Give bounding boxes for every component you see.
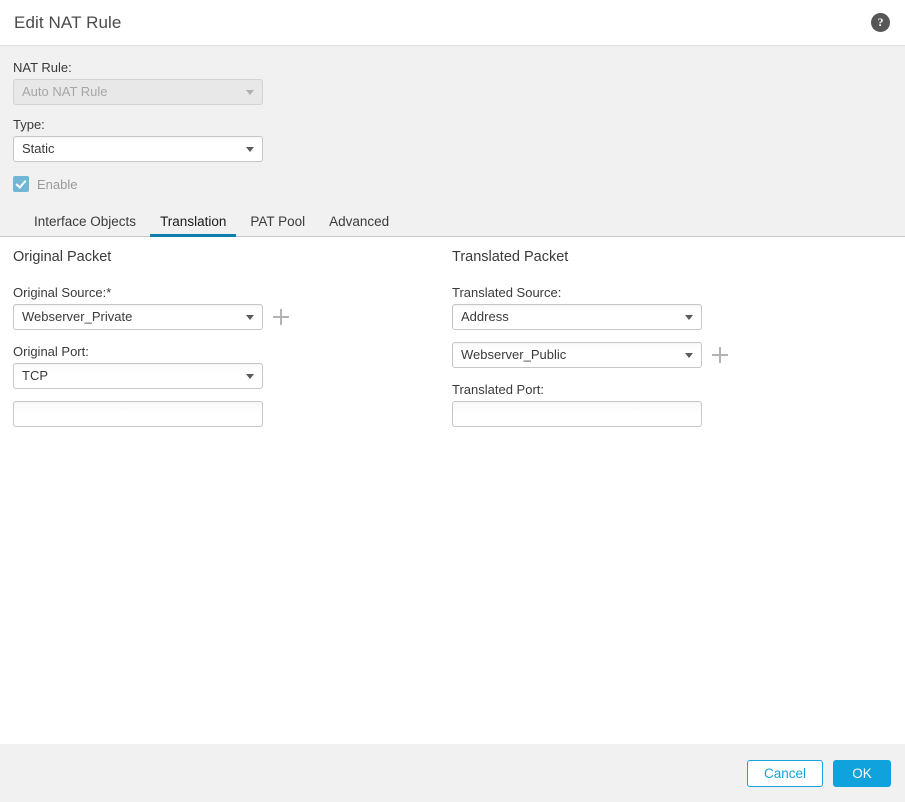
tab-pat-pool[interactable]: PAT Pool	[238, 214, 317, 236]
original-port-row: Original Port: TCP	[0, 344, 452, 389]
original-source-select-wrap[interactable]: Webserver_Private	[13, 304, 263, 330]
original-port-protocol-select-wrap[interactable]: TCP	[13, 363, 263, 389]
original-source-label: Original Source:*	[13, 285, 112, 300]
translated-source-label: Translated Source:	[452, 285, 562, 300]
translated-source-object-row: Webserver_Public	[452, 342, 904, 368]
plus-icon[interactable]	[712, 347, 728, 363]
type-select-wrap[interactable]: Static	[13, 136, 263, 162]
nat-rule-label: NAT Rule:	[13, 60, 72, 75]
type-label: Type:	[13, 117, 45, 132]
tab-advanced[interactable]: Advanced	[317, 214, 401, 236]
translated-port-row: Translated Port:	[452, 382, 904, 427]
translated-port-label: Translated Port:	[452, 382, 545, 397]
original-port-protocol-select[interactable]: TCP	[13, 363, 263, 389]
ok-button[interactable]: OK	[833, 759, 891, 787]
translated-port-input[interactable]	[452, 401, 702, 427]
help-circle-icon[interactable]: ?	[871, 13, 890, 32]
type-select[interactable]: Static	[13, 136, 263, 162]
translated-packet-title: Translated Packet	[452, 249, 569, 265]
original-packet-panel: Original Packet Original Source:* Webser…	[0, 249, 452, 439]
rule-settings-panel: NAT Rule: Auto NAT Rule Type: Static Ena…	[0, 46, 905, 237]
original-source-row: Original Source:* Webserver_Private	[0, 285, 452, 330]
translation-columns: Original Packet Original Source:* Webser…	[0, 237, 905, 439]
original-source-select[interactable]: Webserver_Private	[13, 304, 263, 330]
translated-source-type-select[interactable]: Address	[452, 304, 702, 330]
plus-icon[interactable]	[273, 309, 289, 325]
enable-checkbox[interactable]	[13, 176, 29, 192]
original-port-input[interactable]	[13, 401, 263, 427]
original-port-label: Original Port:	[13, 344, 89, 359]
tab-bar: Interface Objects Translation PAT Pool A…	[0, 206, 905, 237]
enable-checkbox-label: Enable	[37, 176, 78, 192]
original-port-value-row	[0, 401, 452, 427]
dialog-body: Original Packet Original Source:* Webser…	[0, 237, 905, 743]
dialog-footer: Cancel OK	[0, 743, 905, 802]
translated-source-row: Translated Source: Address	[452, 285, 904, 330]
page-title: Edit NAT Rule	[14, 12, 122, 32]
translated-packet-panel: Translated Packet Translated Source: Add…	[452, 249, 904, 439]
translated-source-object-select-wrap[interactable]: Webserver_Public	[452, 342, 702, 368]
dialog-header: Edit NAT Rule ?	[0, 0, 905, 46]
nat-rule-select: Auto NAT Rule	[13, 79, 263, 105]
translated-source-type-select-wrap[interactable]: Address	[452, 304, 702, 330]
translated-source-object-select[interactable]: Webserver_Public	[452, 342, 702, 368]
tab-interface-objects[interactable]: Interface Objects	[22, 214, 148, 236]
enable-checkbox-row[interactable]: Enable	[13, 176, 905, 192]
original-packet-title: Original Packet	[13, 249, 112, 265]
nat-rule-select-wrap: Auto NAT Rule	[13, 79, 263, 105]
edit-nat-rule-dialog: Edit NAT Rule ? NAT Rule: Auto NAT Rule …	[0, 0, 905, 802]
cancel-button[interactable]: Cancel	[746, 759, 823, 787]
tab-translation[interactable]: Translation	[148, 214, 238, 237]
